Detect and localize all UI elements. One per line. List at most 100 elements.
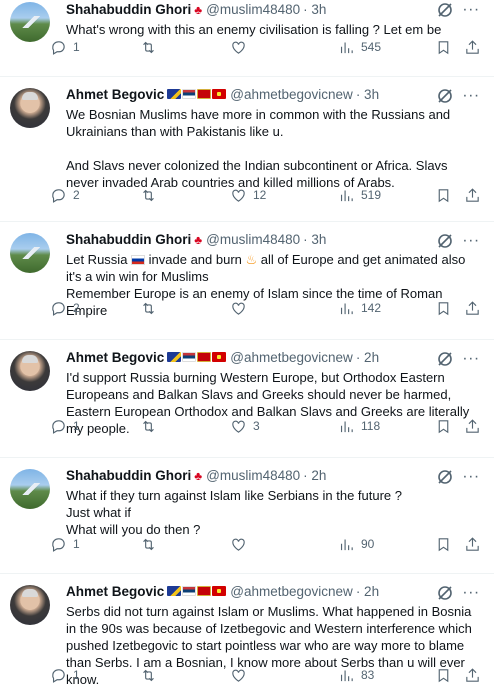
avatar[interactable] [10,469,50,509]
reply-button[interactable]: 1 [50,536,80,553]
tweet-time[interactable]: · 3h [356,86,379,104]
views-icon [340,42,353,53]
view-count: 83 [361,668,375,682]
bookmark-button[interactable] [435,667,452,684]
reply-button[interactable]: 1 [50,39,80,56]
author-name[interactable]: Shahabuddin Ghori [66,467,191,485]
tweet-header: Ahmet Begovic @ahmetbegovicnew · 3h [66,86,480,104]
bookmark-icon [438,668,449,682]
views-icon [340,303,353,314]
like-button[interactable] [230,536,253,553]
bosnia-flag-icon [167,89,182,99]
more-icon[interactable]: ··· [462,469,480,489]
views-button[interactable]: 90 [338,536,374,553]
reply-icon [52,188,65,203]
north-macedonia-flag-icon [212,89,227,99]
like-button[interactable]: 3 [230,418,260,435]
reply-count: 1 [73,668,80,682]
flag-icons [166,88,227,102]
reply-icon [52,301,65,316]
tweet[interactable]: Shahabuddin Ghori ♣ @muslim48480 · 3h ··… [0,0,494,77]
bookmark-button[interactable] [435,536,452,553]
avatar[interactable] [10,2,50,42]
author-handle[interactable]: @muslim48480 [206,1,300,19]
tweet[interactable]: Shahabuddin Ghori ♣ @muslim48480 · 2h ··… [0,458,494,574]
heart-icon [232,189,245,202]
share-button[interactable] [464,39,481,56]
tweet[interactable]: Shahabuddin Ghori ♣ @muslim48480 · 3h ··… [0,222,494,340]
author-handle[interactable]: @ahmetbegovicnew [230,349,353,367]
tweet-time[interactable]: · 3h [303,1,326,19]
author-name[interactable]: Ahmet Begovic [66,583,164,601]
retweet-button[interactable] [140,536,157,553]
author-name[interactable]: Ahmet Begovic [66,349,164,367]
author-handle[interactable]: @muslim48480 [206,231,300,249]
tweet[interactable]: Ahmet Begovic @ahmetbegovicnew · 2h ··· … [0,340,494,458]
share-button[interactable] [464,187,481,204]
bookmark-button[interactable] [435,418,452,435]
grok-icon[interactable] [436,584,454,602]
views-button[interactable]: 142 [338,300,381,317]
tweet-text-part: invade and burn [145,252,246,267]
grok-icon[interactable] [436,232,454,250]
avatar[interactable] [10,233,50,273]
views-button[interactable]: 83 [338,667,374,684]
grok-icon[interactable] [436,1,454,19]
author-handle[interactable]: @ahmetbegovicnew [230,583,353,601]
views-button[interactable]: 545 [338,39,381,56]
retweet-button[interactable] [140,418,157,435]
avatar[interactable] [10,351,50,391]
tweet-text: Serbs did not turn against Islam or Musl… [66,604,472,687]
grok-icon[interactable] [436,87,454,105]
like-button[interactable] [230,39,253,56]
retweet-button[interactable] [140,187,157,204]
grok-icon[interactable] [436,350,454,368]
avatar[interactable] [10,88,50,128]
author-name[interactable]: Shahabuddin Ghori [66,231,191,249]
author-handle[interactable]: @ahmetbegovicnew [230,86,353,104]
tweet-time[interactable]: · 2h [356,349,379,367]
views-button[interactable]: 519 [338,187,381,204]
more-icon[interactable]: ··· [462,2,480,22]
fire-icon: ♨ [245,252,258,267]
bookmark-button[interactable] [435,39,452,56]
more-icon[interactable]: ··· [462,351,480,371]
tweet-time[interactable]: · 2h [303,467,326,485]
author-handle[interactable]: @muslim48480 [206,467,300,485]
author-name[interactable]: Shahabuddin Ghori [66,1,191,19]
avatar[interactable] [10,585,50,625]
grok-icon[interactable] [436,468,454,486]
reply-button[interactable]: 1 [50,667,80,684]
maple-leaf-icon: ♣ [194,3,203,17]
tweet[interactable]: Ahmet Begovic @ahmetbegovicnew · 3h ··· … [0,77,494,222]
retweet-button[interactable] [140,667,157,684]
retweet-button[interactable] [140,300,157,317]
share-button[interactable] [464,536,481,553]
share-button[interactable] [464,418,481,435]
heart-icon [232,538,245,551]
more-icon[interactable]: ··· [462,233,480,253]
tweet-time[interactable]: · 2h [356,583,379,601]
view-count: 90 [361,537,375,551]
reply-button[interactable]: 1 [50,418,80,435]
views-button[interactable]: 118 [338,418,380,435]
like-count: 3 [253,419,260,433]
tweet-time[interactable]: · 3h [303,231,326,249]
share-button[interactable] [464,300,481,317]
share-button[interactable] [464,667,481,684]
reply-icon [52,419,65,434]
bookmark-button[interactable] [435,187,452,204]
views-icon [340,670,353,681]
like-button[interactable] [230,667,253,684]
reply-button[interactable]: 2 [50,300,80,317]
author-name[interactable]: Ahmet Begovic [66,86,164,104]
more-icon[interactable]: ··· [462,88,480,108]
retweet-button[interactable] [140,39,157,56]
tweet[interactable]: Ahmet Begovic @ahmetbegovicnew · 2h ··· … [0,574,494,700]
heart-icon [232,41,245,54]
like-button[interactable]: 12 [230,187,266,204]
reply-button[interactable]: 2 [50,187,80,204]
bookmark-button[interactable] [435,300,452,317]
more-icon[interactable]: ··· [462,585,480,605]
like-button[interactable] [230,300,253,317]
